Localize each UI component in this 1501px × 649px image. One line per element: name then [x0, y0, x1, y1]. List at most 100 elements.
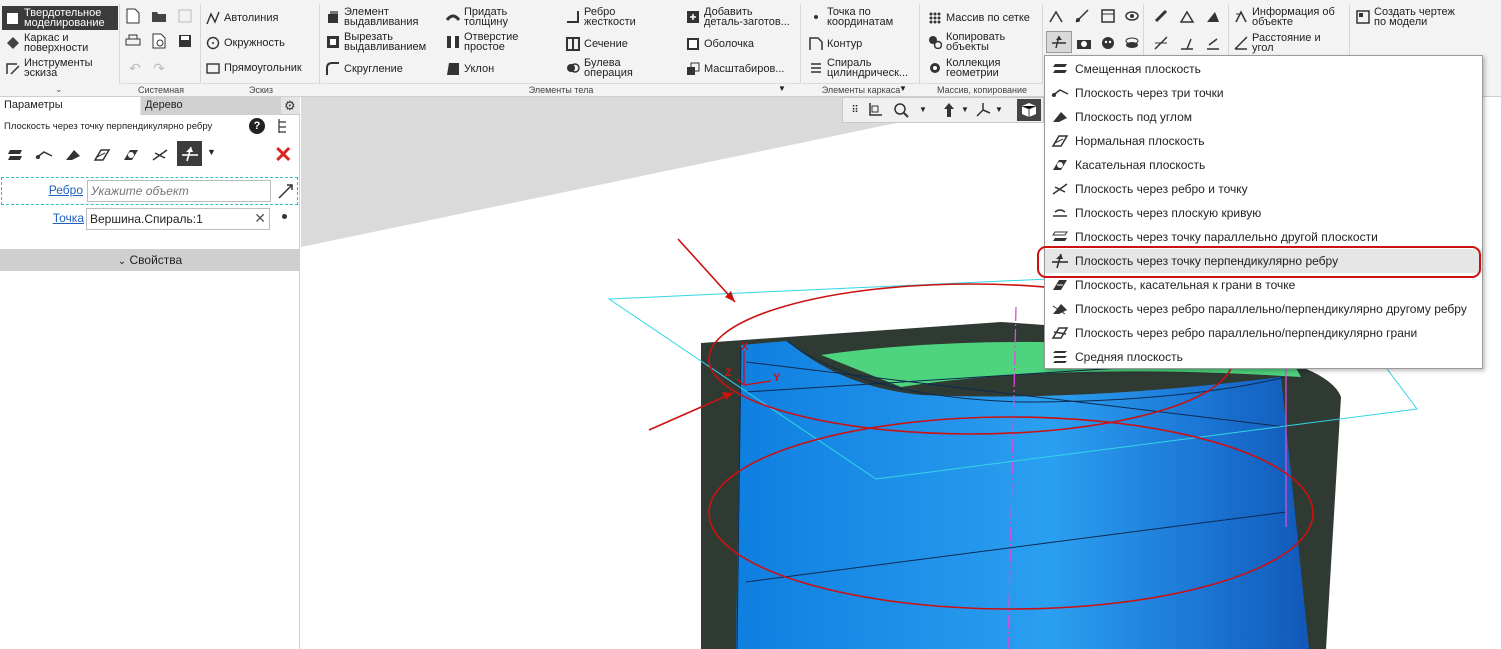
object-info-button[interactable]: Информация об объекте	[1233, 7, 1335, 28]
fillet-button[interactable]: Скругление	[325, 61, 403, 76]
tool-icon-d[interactable]	[1122, 33, 1142, 53]
tangent-plane-icon	[1049, 158, 1071, 172]
properties-section-header[interactable]: ⌄ Свойства	[0, 249, 300, 271]
tangent-plane-icon[interactable]	[121, 145, 141, 165]
thicken-button[interactable]: Придать толщину	[445, 7, 508, 28]
view-grid-icon[interactable]: ⠿	[845, 100, 865, 120]
save-all-icon[interactable]	[175, 31, 195, 51]
mode-tab-solid[interactable]: Твердотельное моделирование	[2, 6, 118, 30]
menu-item-edge-parallel-face-plane[interactable]: Плоскость через ребро параллельно/перпен…	[1045, 321, 1482, 345]
preview-icon[interactable]	[149, 31, 169, 51]
zoom-fit-icon[interactable]	[865, 100, 885, 120]
tab-parameters[interactable]: Параметры	[0, 97, 140, 115]
grid-array-button[interactable]: Массив по сетке	[927, 10, 1030, 25]
edge-label-link[interactable]: Ребро	[49, 183, 83, 197]
zoom-dropdown-icon[interactable]: ▼	[919, 105, 927, 114]
measure-icon-3[interactable]	[1203, 6, 1223, 26]
view-cube-icon[interactable]	[1017, 99, 1041, 121]
axes-orient-icon[interactable]	[973, 100, 993, 120]
angle-plane-icon[interactable]	[63, 145, 83, 165]
draft-button[interactable]: Уклон	[445, 61, 494, 76]
menu-item-normal-plane[interactable]: Нормальная плоскость	[1045, 129, 1482, 153]
mode-tab-sketch-tools[interactable]: Инструменты эскиза	[5, 58, 93, 79]
axis-label-y: Y	[773, 372, 781, 384]
shell-button[interactable]: Оболочка	[685, 36, 754, 51]
distance-angle-button[interactable]: Расстояние и угол	[1233, 33, 1321, 54]
create-drawing-button[interactable]: Создать чертеж по модели	[1355, 7, 1455, 28]
measure-icon-5[interactable]	[1177, 33, 1197, 53]
select-object-arrow-icon[interactable]	[277, 182, 295, 203]
edge-input[interactable]	[87, 180, 271, 202]
tool-icon-b[interactable]	[1122, 6, 1142, 26]
autoline-button[interactable]: Автолиния	[205, 10, 278, 25]
measure-icon-2[interactable]	[1177, 6, 1197, 26]
tool-icon-c[interactable]	[1098, 33, 1118, 53]
normal-plane-icon[interactable]	[92, 145, 112, 165]
menu-item-middle-plane[interactable]: Средняя плоскость	[1045, 345, 1482, 369]
menu-item-edge-parallel-edge-plane[interactable]: Плоскость через ребро параллельно/перпен…	[1045, 297, 1482, 321]
camera-tool-icon[interactable]	[1074, 33, 1094, 53]
axes-dropdown-icon[interactable]: ▼	[995, 105, 1003, 114]
red-highlight-frame	[1037, 246, 1481, 278]
three-point-plane-icon[interactable]	[34, 145, 54, 165]
boolean-button[interactable]: Булева операция	[565, 58, 633, 79]
mode-group: Твердотельное моделирование Каркас и пов…	[0, 4, 120, 94]
flat-curve-plane-icon	[1049, 206, 1071, 220]
hole-button[interactable]: Отверстие простое	[445, 32, 518, 53]
open-folder-icon[interactable]	[149, 6, 169, 26]
mode-tab-surfaces[interactable]: Каркас и поверхности	[5, 33, 88, 54]
panel-settings-gear-icon[interactable]: ⚙	[284, 98, 296, 114]
measure-icon-6[interactable]	[1203, 33, 1223, 53]
help-icon[interactable]: ?	[249, 118, 265, 134]
plane-dropdown-button[interactable]	[1046, 31, 1072, 53]
tool-icon-a[interactable]	[1098, 6, 1118, 26]
section-button[interactable]: Сечение	[565, 36, 628, 51]
array-group: Массив по сетке Копировать объекты Колле…	[921, 4, 1043, 84]
rectangle-button[interactable]: Прямоугольник	[205, 60, 302, 75]
menu-item-flat-curve-plane[interactable]: Плоскость через плоскую кривую	[1045, 201, 1482, 225]
plane-type-dropdown-icon[interactable]: ▼	[207, 147, 216, 157]
menu-item-angle-plane[interactable]: Плоскость под углом	[1045, 105, 1482, 129]
extrude-button[interactable]: Элемент выдавливания	[325, 7, 418, 28]
drawing-icon	[1355, 10, 1370, 25]
perpendicular-edge-plane-button[interactable]	[177, 141, 202, 166]
edge-point-plane-icon	[1049, 182, 1071, 196]
spiral-button[interactable]: Спираль цилиндрическ...	[808, 58, 908, 79]
collapse-chevron-icon[interactable]: ⌄	[55, 84, 63, 95]
new-document-icon[interactable]	[123, 6, 143, 26]
measure-icon-1[interactable]	[1151, 6, 1171, 26]
add-part-button[interactable]: Добавить деталь-заготов...	[685, 7, 790, 28]
scale-button[interactable]: Масштабиров...	[685, 61, 784, 76]
orient-icon[interactable]	[939, 100, 959, 120]
copy-objects-button[interactable]: Копировать объекты	[927, 32, 1005, 53]
menu-item-edge-point-plane[interactable]: Плоскость через ребро и точку	[1045, 177, 1482, 201]
draft-icon	[445, 61, 460, 76]
orient-dropdown-icon[interactable]: ▼	[961, 105, 969, 114]
solid-icon	[5, 11, 20, 26]
rib-button[interactable]: Ребро жесткости	[565, 7, 636, 28]
point-by-coords-button[interactable]: Точка по координатам	[808, 7, 893, 28]
menu-item-offset-plane[interactable]: Смещенная плоскость	[1045, 57, 1482, 81]
measure-icon-4[interactable]	[1151, 33, 1171, 53]
zoom-icon[interactable]	[891, 100, 911, 120]
body-group-dropdown-icon[interactable]: ▼	[778, 84, 786, 93]
menu-item-tangent-plane[interactable]: Касательная плоскость	[1045, 153, 1482, 177]
print-icon[interactable]	[123, 31, 143, 51]
edge-point-plane-icon[interactable]	[150, 145, 170, 165]
axis-tool-icon[interactable]	[1072, 6, 1092, 26]
circle-button[interactable]: Окружность	[205, 35, 285, 50]
cancel-close-icon[interactable]: ✕	[274, 142, 292, 168]
contour-button[interactable]: Контур	[808, 36, 862, 51]
point-input[interactable]: Вершина.Спираль:1 ✕	[86, 208, 270, 230]
clear-point-icon[interactable]: ✕	[254, 210, 266, 227]
point-label-link[interactable]: Точка	[53, 211, 84, 225]
geometry-collection-button[interactable]: Коллекция геометрии	[927, 58, 1000, 79]
tree-view-icon[interactable]	[276, 118, 288, 137]
menu-item-three-point-plane[interactable]: Плоскость через три точки	[1045, 81, 1482, 105]
plane-tool-icon-1[interactable]	[1046, 6, 1066, 26]
tab-tree[interactable]: Дерево	[141, 97, 281, 115]
offset-plane-icon[interactable]	[5, 145, 25, 165]
cut-extrude-button[interactable]: Вырезать выдавливанием	[325, 32, 426, 53]
scale-icon	[685, 61, 700, 76]
frame-group-dropdown-icon[interactable]: ▼	[899, 84, 907, 93]
